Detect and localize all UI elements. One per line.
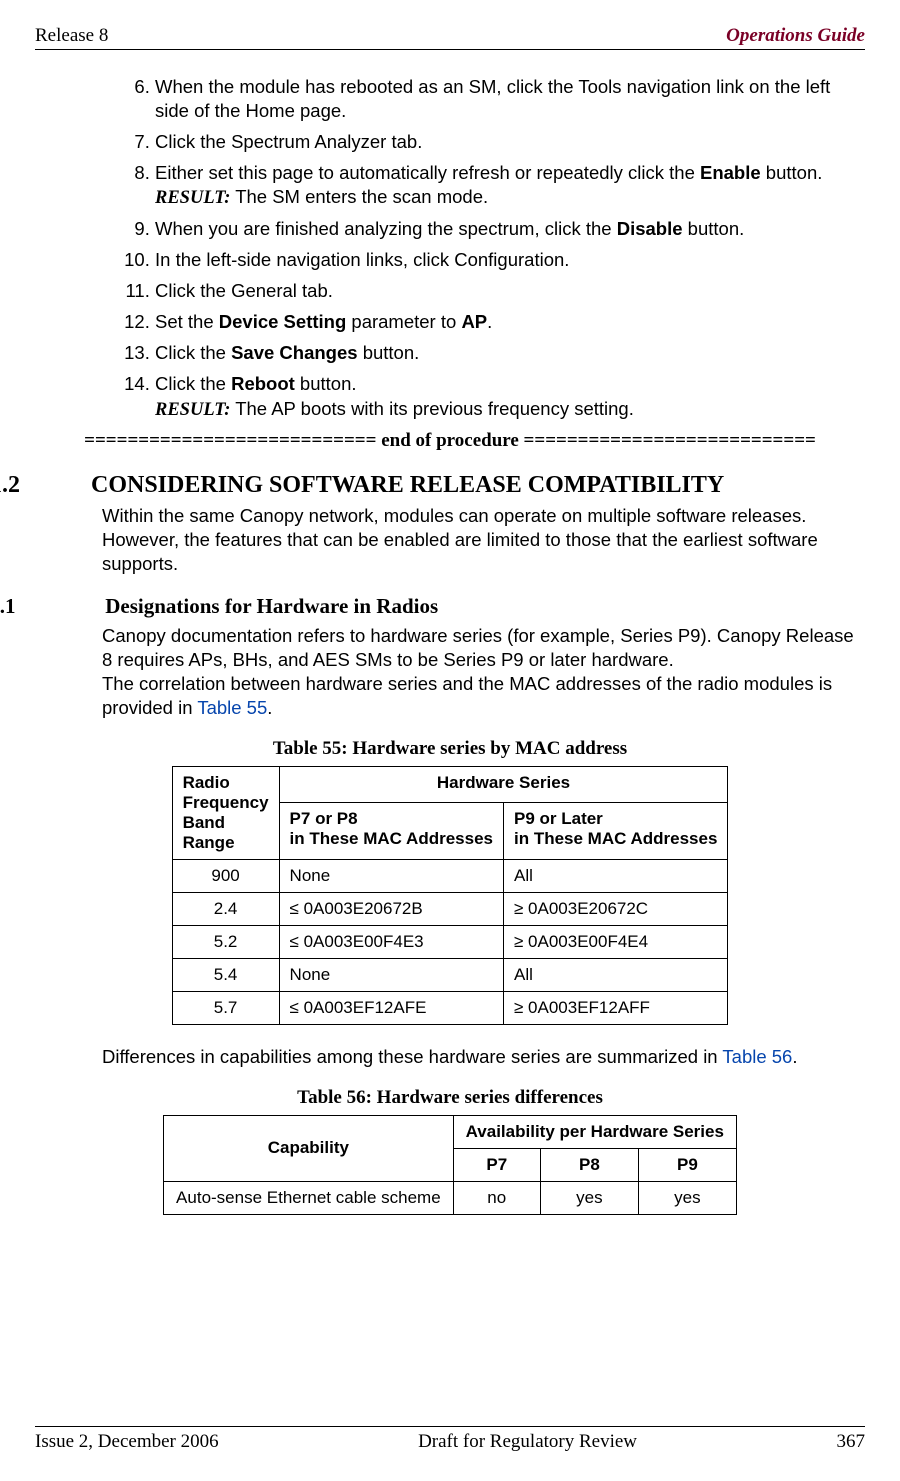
table55-rowhead: RadioFrequencyBandRange (172, 766, 279, 859)
table56-sub-p9: P9 (638, 1148, 736, 1181)
cell-p8: yes (540, 1181, 638, 1214)
header-release: Release 8 (35, 25, 108, 47)
procedure-step: When you are finished analyzing the spec… (155, 217, 865, 241)
table56-caphead: Capability (164, 1115, 454, 1181)
table55-col1: P7 or P8in These MAC Addresses (279, 802, 503, 859)
cell-rf: 5.7 (172, 991, 279, 1024)
subsection-para: Canopy documentation refers to hardware … (102, 624, 865, 720)
procedure-step: Click the Spectrum Analyzer tab. (155, 130, 865, 154)
table55: RadioFrequencyBandRange Hardware Series … (172, 766, 729, 1025)
procedure-step: Set the Device Setting parameter to AP. (155, 310, 865, 334)
para-after-t55: Differences in capabilities among these … (102, 1045, 865, 1069)
subsection-heading: 21.2.1 Designations for Hardware in Radi… (35, 594, 865, 619)
cell-p7p8: ≤ 0A003E00F4E3 (279, 925, 503, 958)
cell-p9plus: ≥ 0A003E00F4E4 (503, 925, 727, 958)
procedure-step: In the left-side navigation links, click… (155, 248, 865, 272)
table56-sub-p8: P8 (540, 1148, 638, 1181)
cell-p9plus: ≥ 0A003EF12AFF (503, 991, 727, 1024)
cell-p9plus: All (503, 859, 727, 892)
procedure-step: When the module has rebooted as an SM, c… (155, 75, 865, 123)
table-row: 2.4≤ 0A003E20672B≥ 0A003E20672C (172, 892, 728, 925)
table56-sub-p7: P7 (453, 1148, 540, 1181)
cell-p9plus: All (503, 958, 727, 991)
header-guide-title: Operations Guide (726, 25, 865, 47)
procedure-steps: When the module has rebooted as an SM, c… (155, 75, 865, 422)
procedure-step: Click the Save Changes button. (155, 341, 865, 365)
procedure-step: Click the Reboot button.RESULT: The AP b… (155, 372, 865, 421)
table-row: 900NoneAll (172, 859, 728, 892)
table55-caption: Table 55: Hardware series by MAC address (35, 738, 865, 760)
section-title: CONSIDERING SOFTWARE RELEASE COMPATIBILI… (91, 472, 724, 498)
table56-body: Auto-sense Ethernet cable schemenoyesyes (164, 1181, 737, 1214)
cell-p7p8: None (279, 958, 503, 991)
table-row: 5.2≤ 0A003E00F4E3≥ 0A003E00F4E4 (172, 925, 728, 958)
cell-p7: no (453, 1181, 540, 1214)
section-number: 21.2 (35, 472, 85, 499)
table56: Capability Availability per Hardware Ser… (163, 1115, 737, 1215)
footer-left: Issue 2, December 2006 (35, 1431, 219, 1453)
page-footer: Issue 2, December 2006 Draft for Regulat… (35, 1426, 865, 1453)
cell-rf: 5.2 (172, 925, 279, 958)
table56-availhead: Availability per Hardware Series (453, 1115, 736, 1148)
table55-grouphead: Hardware Series (279, 766, 728, 802)
footer-right: 367 (836, 1431, 865, 1453)
table55-body: 900NoneAll2.4≤ 0A003E20672B≥ 0A003E20672… (172, 859, 728, 1024)
table-row: Auto-sense Ethernet cable schemenoyesyes (164, 1181, 737, 1214)
cell-rf: 5.4 (172, 958, 279, 991)
footer-center: Draft for Regulatory Review (418, 1431, 637, 1453)
cell-p7p8: None (279, 859, 503, 892)
table-row: 5.4NoneAll (172, 958, 728, 991)
subsection-title: Designations for Hardware in Radios (105, 594, 438, 618)
table55-col2: P9 or Laterin These MAC Addresses (503, 802, 727, 859)
cell-p9: yes (638, 1181, 736, 1214)
cell-capability: Auto-sense Ethernet cable scheme (164, 1181, 454, 1214)
procedure-step: Either set this page to automatically re… (155, 161, 865, 210)
section-intro: Within the same Canopy network, modules … (102, 504, 865, 576)
table56-caption: Table 56: Hardware series differences (35, 1087, 865, 1109)
cell-p9plus: ≥ 0A003E20672C (503, 892, 727, 925)
cell-rf: 2.4 (172, 892, 279, 925)
page-body: When the module has rebooted as an SM, c… (35, 75, 865, 1215)
cell-p7p8: ≤ 0A003E20672B (279, 892, 503, 925)
procedure-step: Click the General tab. (155, 279, 865, 303)
section-heading: 21.2 CONSIDERING SOFTWARE RELEASE COMPAT… (35, 472, 865, 499)
cell-p7p8: ≤ 0A003EF12AFE (279, 991, 503, 1024)
end-of-procedure: =========================== end of proce… (35, 430, 865, 452)
table-row: 5.7≤ 0A003EF12AFE≥ 0A003EF12AFF (172, 991, 728, 1024)
page-header: Release 8 Operations Guide (35, 25, 865, 50)
cell-rf: 900 (172, 859, 279, 892)
subsection-number: 21.2.1 (35, 594, 100, 619)
